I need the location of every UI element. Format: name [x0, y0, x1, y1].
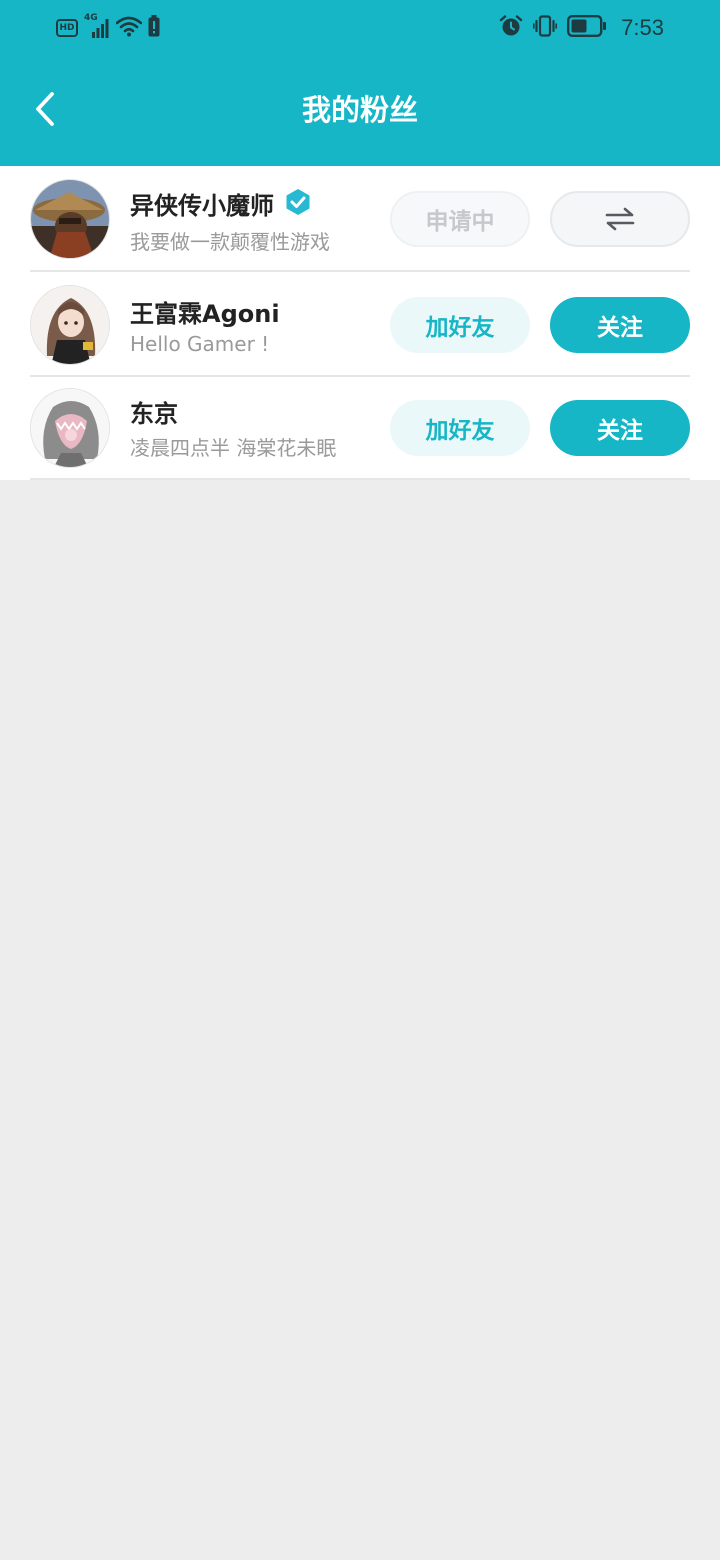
- fan-bio: Hello Gamer !: [130, 332, 270, 356]
- list-item[interactable]: 王富霖Agoni Hello Gamer ! 加好友 关注: [0, 272, 720, 376]
- mutual-follow-button[interactable]: [550, 191, 690, 247]
- page-title: 我的粉丝: [301, 93, 418, 127]
- battery-alert-icon: [148, 15, 160, 41]
- follow-button[interactable]: 关注: [550, 297, 690, 353]
- list-item[interactable]: 异侠传小魔师 我要做一款颠覆性游戏 申请中: [0, 166, 720, 270]
- hd-badge: HD: [56, 19, 78, 37]
- swap-arrows-icon: [605, 207, 635, 231]
- status-right: 7:53: [499, 14, 664, 42]
- alarm-icon: [499, 14, 523, 42]
- follow-button[interactable]: 关注: [550, 400, 690, 456]
- signal-icon: 4G: [84, 13, 110, 40]
- name-line: 王富霖Agoni: [130, 294, 280, 329]
- fans-list: 异侠传小魔师 我要做一款颠覆性游戏 申请中 王富霖Agoni Hello Gam…: [0, 166, 720, 480]
- verified-badge-icon: [284, 188, 312, 220]
- status-bar: HD 4G 7:53: [0, 0, 720, 56]
- list-item[interactable]: 东京 凌晨四点半 海棠花未眠 加好友 关注: [0, 376, 720, 480]
- avatar[interactable]: [30, 179, 110, 259]
- add-friend-button[interactable]: 加好友: [390, 297, 530, 353]
- fan-name: 异侠传小魔师: [130, 192, 274, 220]
- nav-bar: 我的粉丝: [0, 56, 720, 166]
- battery-icon: [567, 15, 607, 41]
- clock: 7:53: [621, 15, 664, 40]
- wifi-icon: [115, 15, 143, 41]
- avatar[interactable]: [30, 285, 110, 365]
- status-left: HD 4G: [56, 13, 160, 42]
- divider: [30, 478, 690, 480]
- fan-name: 东京: [130, 400, 178, 428]
- fan-bio: 我要做一款颠覆性游戏: [130, 230, 330, 254]
- name-line: 异侠传小魔师: [130, 186, 312, 221]
- app-header: HD 4G 7:53 我的粉丝: [0, 0, 720, 166]
- avatar[interactable]: [30, 388, 110, 468]
- fan-bio: 凌晨四点半 海棠花未眠: [130, 436, 337, 460]
- fan-name: 王富霖Agoni: [130, 300, 280, 328]
- vibrate-icon: [533, 14, 558, 42]
- add-friend-button[interactable]: 加好友: [390, 400, 530, 456]
- name-line: 东京: [130, 394, 178, 429]
- pending-request-button[interactable]: 申请中: [390, 191, 530, 247]
